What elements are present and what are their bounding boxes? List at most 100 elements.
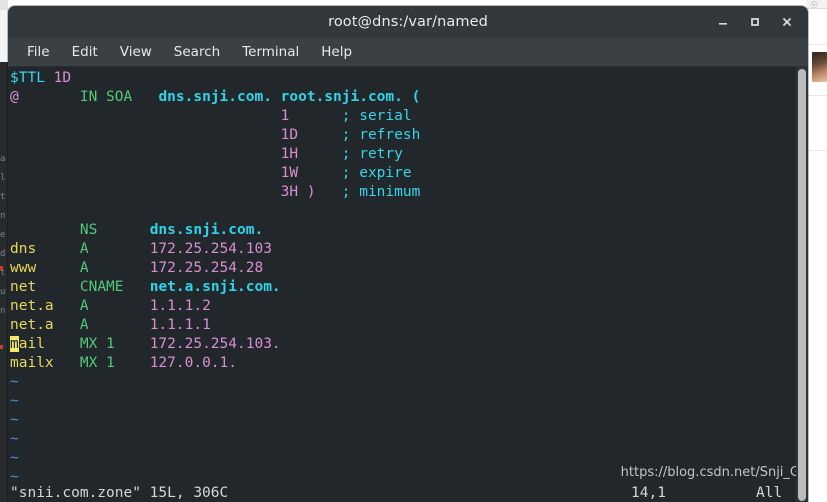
- window-title: root@dns:/var/named: [328, 14, 488, 30]
- editor-line[interactable]: 1D ; refresh: [8, 126, 796, 145]
- editor-text-span: ~: [10, 412, 19, 428]
- editor-text-span: ~: [10, 431, 19, 447]
- editor-text-span: A: [79, 317, 89, 333]
- editor-line[interactable]: @ IN SOA dns.snji.com. root.snji.com. (: [8, 88, 796, 107]
- editor-text-span: net.a.snji.com.: [149, 279, 281, 295]
- background-rule: [808, 95, 827, 96]
- editor-text-span: $TTL: [10, 70, 54, 86]
- editor-line[interactable]: net.a A 1.1.1.2: [8, 297, 796, 316]
- menu-item-terminal[interactable]: Terminal: [231, 41, 310, 63]
- editor-text-span: [54, 298, 80, 314]
- editor-text-span: 1H: [280, 146, 299, 162]
- editor-line[interactable]: 1W ; expire: [8, 164, 796, 183]
- vim-status-line: "snii.com.zone" 15L, 306C 14,1 All: [8, 482, 796, 502]
- editor-text-span: mailx: [10, 355, 54, 371]
- menu-item-file[interactable]: File: [16, 41, 61, 63]
- editor-text-span: ; serial: [341, 108, 412, 124]
- editor-line[interactable]: ~: [8, 411, 796, 430]
- editor-line[interactable]: 3H ) ; minimum: [8, 183, 796, 202]
- editor-line[interactable]: ~: [8, 392, 796, 411]
- editor-text-span: [10, 127, 281, 143]
- editor-text-span: [132, 89, 158, 105]
- editor-line[interactable]: [8, 202, 796, 221]
- editor-text-span: MX 1: [79, 336, 115, 352]
- editor-text-span: [54, 317, 80, 333]
- editor-text-span: dns.snji.com.: [149, 222, 264, 238]
- editor-text-span: [10, 184, 281, 200]
- editor-line[interactable]: net CNAME net.a.snji.com.: [8, 278, 796, 297]
- editor-text-span: 1.1.1.2: [149, 298, 211, 314]
- editor-text-span: net.a: [10, 298, 54, 314]
- editor-text-span: [115, 355, 150, 371]
- editor-text-span: CNAME: [79, 279, 124, 295]
- menu-item-search[interactable]: Search: [163, 41, 231, 63]
- screen-root: ☉ a l t n e d t u n root@dns:/var/named: [0, 0, 827, 502]
- window-controls: [708, 6, 802, 38]
- editor-text-span: [10, 222, 80, 238]
- background-avatar: [812, 52, 827, 82]
- editor-text-span: [36, 241, 80, 257]
- editor-text-span: [54, 355, 80, 371]
- close-icon[interactable]: [772, 8, 802, 36]
- editor-line[interactable]: $TTL 1D: [8, 69, 796, 88]
- status-file-info: "snii.com.zone" 15L, 306C: [10, 484, 229, 501]
- menu-bar: File Edit View Search Terminal Help: [8, 38, 808, 67]
- editor-text-span: NS: [79, 222, 98, 238]
- editor-text-span: [89, 260, 150, 276]
- editor-text-span: [10, 108, 281, 124]
- editor-text-span: 127.0.0.1.: [149, 355, 238, 371]
- status-cursor-position: 14,1: [631, 484, 666, 501]
- scrollbar-thumb[interactable]: [798, 69, 806, 501]
- editor-line[interactable]: 1H ; retry: [8, 145, 796, 164]
- editor-line[interactable]: ~: [8, 449, 796, 468]
- editor-text-span: MX 1: [79, 355, 115, 371]
- background-marker: [0, 266, 3, 270]
- window-titlebar[interactable]: root@dns:/var/named: [8, 6, 808, 38]
- menu-item-edit[interactable]: Edit: [61, 41, 109, 63]
- editor-text-span: 1D: [53, 70, 72, 86]
- minimize-icon[interactable]: [708, 8, 738, 36]
- editor-line[interactable]: ~: [8, 373, 796, 392]
- editor-line[interactable]: www A 172.25.254.28: [8, 259, 796, 278]
- background-window-sliver-top: [0, 0, 8, 10]
- editor-text-span: ail: [18, 336, 45, 352]
- menu-item-help[interactable]: Help: [310, 41, 363, 63]
- editor-text-span: [36, 260, 80, 276]
- terminal-body[interactable]: $TTL 1D @ IN SOA dns.snji.com. root.snji.…: [8, 67, 808, 502]
- editor-text-span: A: [79, 298, 89, 314]
- menu-item-view[interactable]: View: [109, 41, 163, 63]
- terminal-window: root@dns:/var/named File Edit View Searc…: [8, 6, 808, 502]
- editor-text-span: net.a: [10, 317, 54, 333]
- maximize-icon[interactable]: [740, 8, 770, 36]
- text-cursor: m: [10, 336, 19, 352]
- editor-text-span: 172.25.254.28: [149, 260, 264, 276]
- editor-line[interactable]: dns A 172.25.254.103: [8, 240, 796, 259]
- editor-line[interactable]: ~: [8, 430, 796, 449]
- editor-text-span: ; minimum: [341, 184, 421, 200]
- editor-text-span: [89, 298, 150, 314]
- editor-text-span: net: [10, 279, 37, 295]
- editor-text-span: [124, 279, 150, 295]
- editor-text-span: ; expire: [341, 165, 412, 181]
- editor-line[interactable]: mail MX 1 172.25.254.103.: [8, 335, 796, 354]
- editor-line[interactable]: NS dns.snji.com.: [8, 221, 796, 240]
- editor-text-span: A: [79, 241, 89, 257]
- editor-text-span: www: [10, 260, 37, 276]
- vim-editor-text[interactable]: $TTL 1D @ IN SOA dns.snji.com. root.snji.…: [8, 67, 796, 502]
- editor-text-span: [289, 108, 341, 124]
- background-rule: [808, 150, 827, 151]
- background-window-sliver-text: a l t n e d t u n: [0, 154, 6, 316]
- editor-text-span: [89, 241, 150, 257]
- terminal-scrollbar[interactable]: [796, 67, 808, 502]
- editor-line[interactable]: mailx MX 1 127.0.0.1.: [8, 354, 796, 373]
- editor-text-span: IN SOA: [79, 89, 133, 105]
- editor-text-span: @: [10, 89, 19, 105]
- editor-text-span: [45, 336, 80, 352]
- editor-line[interactable]: 1 ; serial: [8, 107, 796, 126]
- editor-text-span: [10, 146, 281, 162]
- editor-text-span: [97, 222, 149, 238]
- editor-line[interactable]: net.a A 1.1.1.1: [8, 316, 796, 335]
- editor-text-span: [316, 184, 342, 200]
- editor-text-span: 1.1.1.1: [149, 317, 211, 333]
- editor-text-span: 1W: [280, 165, 299, 181]
